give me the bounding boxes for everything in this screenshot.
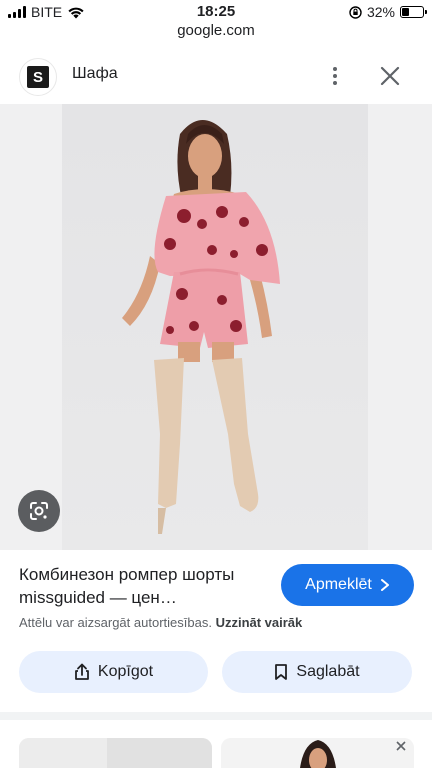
close-icon[interactable] <box>376 62 404 90</box>
status-bar: BITE 18:25 32% <box>0 0 432 22</box>
google-lens-icon[interactable] <box>18 490 60 532</box>
site-favicon-letter: S <box>27 66 49 88</box>
product-photo <box>62 104 368 550</box>
bookmark-icon <box>275 664 288 680</box>
learn-more-link[interactable]: Uzzināt vairāk <box>216 615 303 630</box>
status-right: 32% <box>349 4 427 20</box>
result-title[interactable]: Комбинезон ромпер шорты missguided — цен… <box>19 563 274 609</box>
battery-icon <box>400 6 427 18</box>
orientation-lock-icon <box>349 5 362 19</box>
visit-button[interactable]: Apmeklēt <box>281 564 414 606</box>
image-preview[interactable] <box>0 104 432 550</box>
model-illustration <box>122 120 280 534</box>
related-image-thumbnail[interactable] <box>221 738 414 768</box>
site-name[interactable]: Шафа <box>72 65 118 83</box>
save-button[interactable]: Saglabāt <box>222 651 412 693</box>
save-label: Saglabāt <box>296 663 360 680</box>
battery-level <box>402 8 410 16</box>
share-label: Kopīgot <box>97 663 154 680</box>
copyright-notice: Attēlu var aizsargāt autortiesības. Uzzi… <box>19 615 302 630</box>
result-header: S Шафа <box>0 48 432 104</box>
battery-percent: 32% <box>366 4 395 20</box>
site-favicon: S <box>19 58 57 96</box>
related-image-thumbnail[interactable] <box>19 738 212 768</box>
share-icon <box>75 663 89 680</box>
share-button[interactable]: Kopīgot <box>19 651 208 693</box>
chevron-right-icon <box>380 579 389 591</box>
more-vert-icon[interactable] <box>322 61 348 91</box>
visit-label: Apmeklēt <box>305 576 372 593</box>
copyright-text: Attēlu var aizsargāt autortiesības. <box>19 615 212 630</box>
url-bar[interactable]: google.com <box>0 22 432 39</box>
section-divider <box>0 712 432 720</box>
